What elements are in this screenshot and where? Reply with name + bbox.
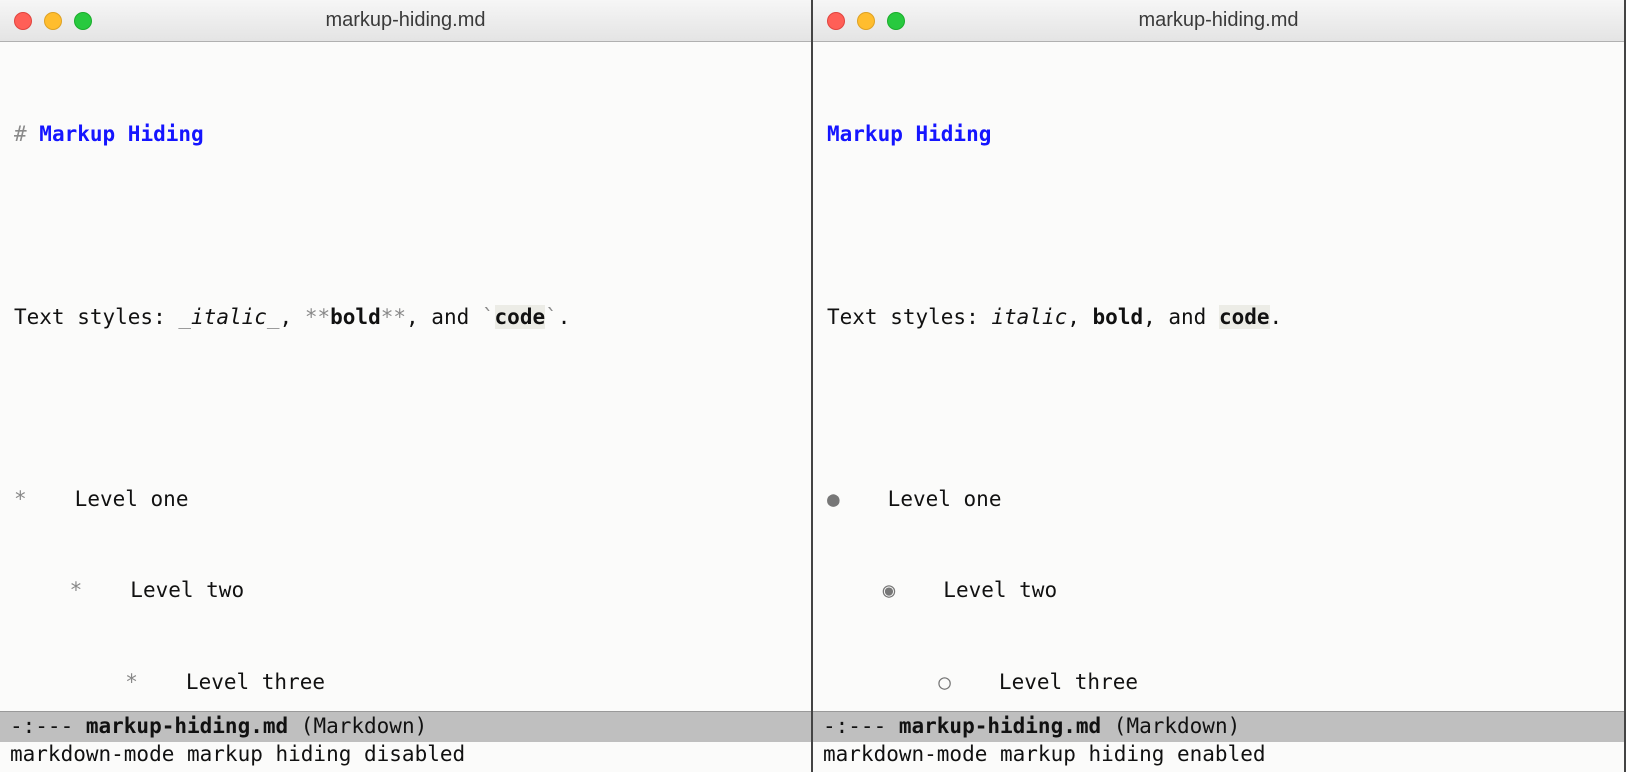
modeline-filename: markup-hiding.md — [899, 714, 1101, 738]
modeline[interactable]: -:--- markup-hiding.md (Markdown) — [0, 711, 811, 742]
modeline-filename: markup-hiding.md — [86, 714, 288, 738]
echo-area: markdown-mode markup hiding disabled — [0, 742, 811, 772]
window-title: markup-hiding.md — [325, 9, 485, 32]
list-item: *Level two — [14, 575, 797, 605]
titlebar[interactable]: markup-hiding.md — [813, 0, 1624, 42]
traffic-lights — [827, 12, 905, 30]
titlebar[interactable]: markup-hiding.md — [0, 0, 811, 42]
heading-marker: # — [14, 122, 39, 146]
minimize-icon[interactable] — [44, 12, 62, 30]
list-item: ◉Level two — [827, 575, 1610, 605]
modeline[interactable]: -:--- markup-hiding.md (Markdown) — [813, 711, 1624, 742]
blank-line — [827, 393, 1610, 423]
list-item: *Level three — [14, 667, 797, 697]
close-icon[interactable] — [827, 12, 845, 30]
italic-text: italic — [991, 305, 1067, 329]
modeline-mode: (Markdown) — [288, 714, 427, 738]
blank-line — [14, 210, 797, 240]
editor-buffer[interactable]: # Markup Hiding Text styles: _italic_, *… — [0, 42, 811, 711]
emacs-window-right: markup-hiding.md Markup Hiding Text styl… — [813, 0, 1626, 772]
heading-line: # Markup Hiding — [14, 119, 797, 149]
text-styles-line: Text styles: italic, bold, and code. — [827, 302, 1610, 332]
blank-line — [14, 393, 797, 423]
close-icon[interactable] — [14, 12, 32, 30]
emacs-window-left: markup-hiding.md # Markup Hiding Text st… — [0, 0, 813, 772]
zoom-icon[interactable] — [887, 12, 905, 30]
blank-line — [827, 210, 1610, 240]
bullet-open-icon: ○ — [938, 667, 989, 697]
heading-text: Markup Hiding — [39, 122, 203, 146]
traffic-lights — [14, 12, 92, 30]
code-text: code — [495, 305, 546, 329]
bold-text: bold — [1093, 305, 1144, 329]
editor-buffer[interactable]: Markup Hiding Text styles: italic, bold,… — [813, 42, 1624, 711]
list-item: ○Level three — [827, 667, 1610, 697]
modeline-mode: (Markdown) — [1101, 714, 1240, 738]
echo-area: markdown-mode markup hiding enabled — [813, 742, 1624, 772]
list-item: *Level one — [14, 484, 797, 514]
bullet-fisheye-icon: ◉ — [883, 575, 934, 605]
code-text: code — [1219, 305, 1270, 329]
italic-text: italic — [191, 305, 267, 329]
bullet-filled-icon: ● — [827, 484, 878, 514]
text-styles-line: Text styles: _italic_, **bold**, and `co… — [14, 302, 797, 332]
zoom-icon[interactable] — [74, 12, 92, 30]
heading-text: Markup Hiding — [827, 122, 991, 146]
minimize-icon[interactable] — [857, 12, 875, 30]
bullet-icon: * — [14, 484, 65, 514]
bullet-icon: * — [125, 667, 176, 697]
heading-line: Markup Hiding — [827, 119, 1610, 149]
bullet-icon: * — [70, 575, 121, 605]
window-title: markup-hiding.md — [1138, 9, 1298, 32]
bold-text: bold — [330, 305, 381, 329]
list-item: ●Level one — [827, 484, 1610, 514]
